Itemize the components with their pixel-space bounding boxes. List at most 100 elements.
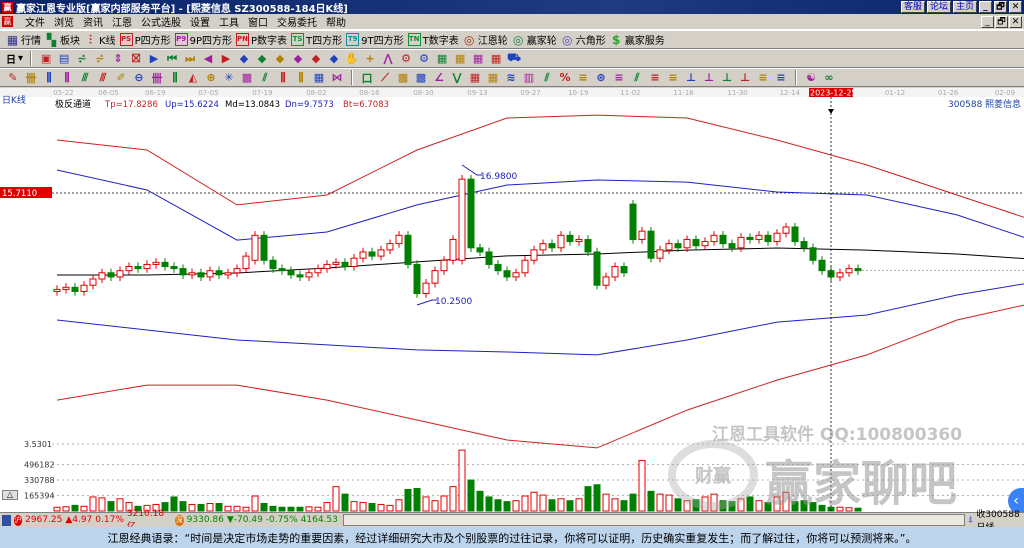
nav-tool-icon[interactable]: ⏭ — [183, 52, 197, 66]
shenzhen-badge[interactable]: 深 — [175, 514, 184, 526]
toolbar-button-t-number[interactable]: TN T数字表 — [407, 32, 459, 47]
toolbar-button-9p-square[interactable]: P9 9P四方形 — [174, 32, 232, 47]
drawing-tool-icon[interactable]: ⫽ — [540, 71, 554, 85]
drawing-tool-icon[interactable]: ▦ — [468, 71, 482, 85]
restore-button[interactable]: 🗗 — [994, 1, 1007, 13]
nav-tool-icon[interactable]: ⛟ — [507, 51, 521, 66]
drawing-tool-icon[interactable]: ≡ — [576, 71, 590, 85]
drawing-tool-icon[interactable]: ⊖ — [132, 71, 146, 85]
drawing-tool-icon[interactable]: 口 — [360, 71, 374, 85]
calculator-icon[interactable] — [2, 514, 11, 526]
homepage-link[interactable]: 主页 — [952, 1, 977, 13]
drawing-tool-icon[interactable]: ≡ — [666, 71, 680, 85]
nav-tool-icon[interactable]: ▣ — [39, 52, 53, 66]
drawing-tool-icon[interactable]: ✐ — [114, 71, 128, 85]
drawing-tool-icon[interactable]: ⫼ — [168, 71, 182, 85]
drawing-tool-icon[interactable]: ⫼ — [60, 71, 74, 85]
forum-link[interactable]: 论坛 — [926, 1, 951, 13]
nav-tool-icon[interactable]: ▶ — [147, 52, 161, 66]
drawing-tool-icon[interactable]: ≡ — [756, 71, 770, 85]
nav-tool-icon[interactable]: ⛝ — [129, 52, 143, 66]
menu-item[interactable]: 窗口 — [248, 14, 268, 29]
kline-chart[interactable]: 05-22 06-05 06-19 07-05 07-19 08-02 08-16 08-30… — [0, 88, 1024, 512]
drawing-tool-icon[interactable]: ⫼ — [294, 71, 308, 85]
nav-tool-icon[interactable]: ⩫ — [93, 52, 107, 66]
drawing-tool-icon[interactable]: 卌 — [150, 71, 164, 85]
drawing-tool-icon[interactable]: ⫻ — [96, 71, 110, 85]
drawing-tool-icon[interactable]: ✎ — [6, 71, 20, 85]
nav-tool-icon[interactable]: ✋ — [345, 52, 359, 66]
toolbar-button-p-square[interactable]: PS P四方形 — [119, 32, 171, 47]
minimize-button[interactable]: _ — [979, 1, 992, 13]
menu-item[interactable]: 工具 — [219, 14, 239, 29]
menu-item[interactable]: 设置 — [190, 14, 210, 29]
menu-item[interactable]: 资讯 — [83, 14, 103, 29]
nav-tool-icon[interactable]: ◀ — [201, 52, 215, 66]
menu-item[interactable]: 文件 — [25, 14, 45, 29]
child-restore-button[interactable]: 🗗 — [995, 16, 1008, 28]
nav-tool-icon[interactable]: ◆ — [237, 52, 251, 66]
drawing-tool-icon[interactable]: ∠ — [432, 71, 446, 85]
drawing-tool-icon[interactable]: ⋈ — [330, 71, 344, 85]
drawing-tool-icon[interactable]: ≡ — [648, 71, 662, 85]
shanghai-badge[interactable]: 沪 — [13, 514, 23, 526]
drawing-tool-icon[interactable]: 卌 — [24, 71, 38, 85]
nav-tool-icon[interactable]: ⚙ — [417, 52, 431, 66]
drawing-tool-icon[interactable]: ▩ — [240, 71, 254, 85]
drawing-tool-icon[interactable]: ☯ — [804, 71, 818, 85]
drawing-tool-icon[interactable]: ✳ — [222, 71, 236, 85]
menu-item[interactable]: 交易委托 — [277, 14, 317, 29]
nav-tool-icon[interactable]: ◆ — [273, 52, 287, 66]
customer-service-link[interactable]: 客服 — [900, 1, 925, 13]
drawing-tool-icon[interactable]: ⊥ — [738, 71, 752, 85]
horizontal-scrollbar[interactable] — [342, 514, 965, 526]
period-select[interactable]: 日 ▾ — [6, 51, 23, 66]
nav-tool-icon[interactable]: ◆ — [327, 52, 341, 66]
collapse-volume-button[interactable]: △ — [2, 490, 18, 500]
close-button[interactable]: ✕ — [1009, 1, 1022, 13]
drawing-tool-icon[interactable]: ▩ — [414, 71, 428, 85]
drawing-tool-icon[interactable]: % — [558, 71, 572, 85]
drawing-tool-icon[interactable]: ⊥ — [702, 71, 716, 85]
nav-tool-icon[interactable]: ▶ — [219, 52, 233, 66]
nav-tool-icon[interactable]: ⇕ — [111, 52, 125, 66]
nav-tool-icon[interactable]: ▦ — [453, 52, 467, 66]
menu-item[interactable]: 帮助 — [326, 14, 346, 29]
nav-tool-icon[interactable]: ⩫ — [75, 52, 89, 66]
drawing-tool-icon[interactable]: ⊛ — [594, 71, 608, 85]
nav-tool-icon[interactable]: ▦ — [471, 52, 485, 66]
drawing-tool-icon[interactable]: ▩ — [396, 71, 410, 85]
menu-item[interactable]: 浏览 — [54, 14, 74, 29]
child-close-button[interactable]: ✕ — [1009, 16, 1022, 28]
drawing-tool-icon[interactable]: ⟋ — [378, 71, 392, 85]
drawing-tool-icon[interactable]: ▦ — [486, 71, 500, 85]
drawing-tool-icon[interactable]: ◭ — [186, 71, 200, 85]
child-minimize-button[interactable]: _ — [981, 16, 994, 28]
drawing-tool-icon[interactable]: ⫽ — [258, 71, 272, 85]
nav-tool-icon[interactable]: ◆ — [255, 52, 269, 66]
toolbar-button-gann-wheel[interactable]: ◎ 江恩轮 — [463, 32, 508, 48]
menu-item[interactable]: 江恩 — [112, 14, 132, 29]
toolbar-button-p-number[interactable]: PN P数字表 — [236, 32, 287, 47]
nav-tool-icon[interactable]: ▤ — [57, 52, 71, 66]
drawing-tool-icon[interactable]: ▥ — [522, 71, 536, 85]
drawing-tool-icon[interactable]: ≋ — [504, 71, 518, 85]
toolbar-button-winner-wheel[interactable]: ◎ 赢家轮 — [512, 32, 557, 48]
nav-tool-icon[interactable]: ▦ — [435, 52, 449, 66]
drawing-tool-icon[interactable]: ≡ — [774, 71, 788, 85]
nav-tool-icon[interactable]: ▦ — [489, 52, 503, 66]
drawing-tool-icon[interactable]: ⋁ — [450, 71, 464, 85]
nav-tool-icon[interactable]: ◆ — [291, 52, 305, 66]
drawing-tool-icon[interactable]: ⫻ — [78, 71, 92, 85]
drawing-tool-icon[interactable]: ∞ — [822, 71, 836, 85]
drawing-tool-icon[interactable]: ⫼ — [276, 71, 290, 85]
drawing-tool-icon[interactable]: ⊕ — [204, 71, 218, 85]
drawing-tool-icon[interactable]: ⊥ — [720, 71, 734, 85]
kline-chart-panel[interactable]: 05-22 06-05 06-19 07-05 07-19 08-02 08-16 08-30… — [0, 88, 1024, 514]
nav-tool-icon[interactable]: ◆ — [309, 52, 323, 66]
nav-tool-icon[interactable]: + — [363, 52, 377, 66]
drawing-tool-icon[interactable]: ⊥ — [684, 71, 698, 85]
menu-item[interactable]: 公式选股 — [141, 14, 181, 29]
nav-tool-icon[interactable]: ⚙ — [399, 52, 413, 66]
drawing-tool-icon[interactable]: ≡ — [612, 71, 626, 85]
